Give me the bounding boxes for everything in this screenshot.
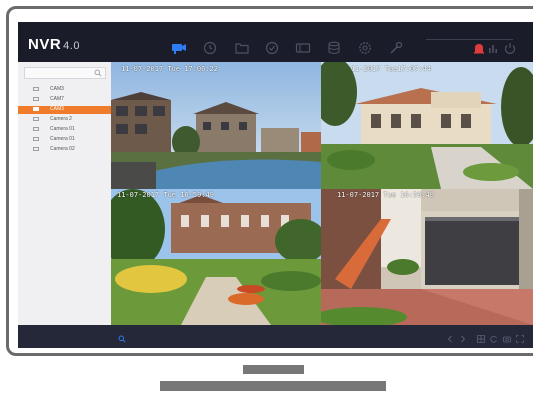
camera-timestamp: 11-07-2017 Tue 16:59:49: [337, 191, 434, 199]
top-navigation-bar: NVR 4.0: [18, 22, 533, 62]
refresh-icon[interactable]: [490, 330, 498, 343]
monitor-stand-neck: [243, 365, 304, 374]
fullscreen-icon[interactable]: [516, 330, 524, 343]
camera-icon: [33, 87, 39, 91]
camera-list-item[interactable]: CAM3: [18, 86, 111, 94]
camera-label: CAM3: [50, 106, 64, 112]
bottom-toolbar: [18, 325, 533, 348]
camera-icon: [33, 117, 39, 121]
vca-icon[interactable]: [295, 41, 311, 55]
camera-list-item[interactable]: CAM7: [18, 96, 111, 104]
snapshot-icon[interactable]: [503, 330, 511, 343]
camera-label: Camera 02: [50, 146, 75, 152]
camera-label: CAM3: [50, 86, 64, 92]
camera-icon: [33, 137, 39, 141]
camera-list-item[interactable]: Camera 01: [18, 126, 111, 134]
app-logo: NVR 4.0: [28, 36, 80, 53]
camera-label: Camera 2: [50, 116, 72, 122]
next-icon[interactable]: [459, 330, 467, 343]
camera-search-input[interactable]: [24, 67, 106, 79]
camera-label: Camera 01: [50, 136, 75, 142]
camera-list-item[interactable]: Camera 2: [18, 116, 111, 124]
configuration-icon[interactable]: [357, 41, 373, 55]
power-icon[interactable]: [502, 41, 518, 55]
camera-label: CAM7: [50, 96, 64, 102]
camera-feed-image: [111, 189, 321, 325]
maintenance-icon[interactable]: [388, 41, 404, 55]
smart-icon[interactable]: [264, 41, 280, 55]
camera-list-panel: CAM3 CAM7 CAM3 Camera 2 Camera 01 Camera…: [18, 62, 111, 325]
playback-icon[interactable]: [202, 41, 218, 55]
camera-timestamp: 11-07-2017 Tue 17:06:22: [121, 65, 218, 73]
statistics-icon[interactable]: [485, 41, 501, 55]
nvr-screen: NVR 4.0 CAM3 CAM7 CAM3 Camera 2 Camera 0…: [18, 22, 533, 348]
storage-icon[interactable]: [326, 41, 342, 55]
camera-live-icon[interactable]: [171, 41, 187, 55]
camera-icon: [33, 107, 39, 111]
app-version: 4.0: [63, 40, 80, 52]
camera-timestamp: 11-07-2017 Tue 16:59:49: [117, 191, 214, 199]
camera-label: Camera 01: [50, 126, 75, 132]
camera-list-item[interactable]: Camera 02: [18, 146, 111, 154]
video-tile-4[interactable]: 11-07-2017 Tue 16:59:49: [321, 189, 533, 325]
video-tile-1[interactable]: 11-07-2017 Tue 17:06:22: [111, 62, 321, 189]
monitor-stand-base: [160, 381, 386, 391]
video-tile-3[interactable]: 11-07-2017 Tue 16:59:49: [111, 189, 321, 325]
prev-icon[interactable]: [446, 330, 454, 343]
top-bar-divider: [426, 39, 513, 40]
camera-timestamp: 11-2017 Tue17:07:44: [351, 65, 432, 73]
file-folder-icon[interactable]: [234, 41, 250, 55]
camera-icon: [33, 97, 39, 101]
search-icon[interactable]: [118, 330, 126, 343]
camera-feed-image: [111, 62, 321, 189]
camera-list-item[interactable]: Camera 01: [18, 136, 111, 144]
grid-layout-icon[interactable]: [477, 330, 485, 343]
video-tile-2[interactable]: 11-2017 Tue17:07:44: [321, 62, 533, 189]
search-icon[interactable]: [94, 69, 102, 77]
camera-feed-image: [321, 189, 533, 325]
camera-list-item[interactable]: CAM3: [18, 106, 111, 114]
camera-icon: [33, 127, 39, 131]
camera-icon: [33, 147, 39, 151]
camera-feed-image: [321, 62, 533, 189]
app-name: NVR: [28, 36, 62, 53]
